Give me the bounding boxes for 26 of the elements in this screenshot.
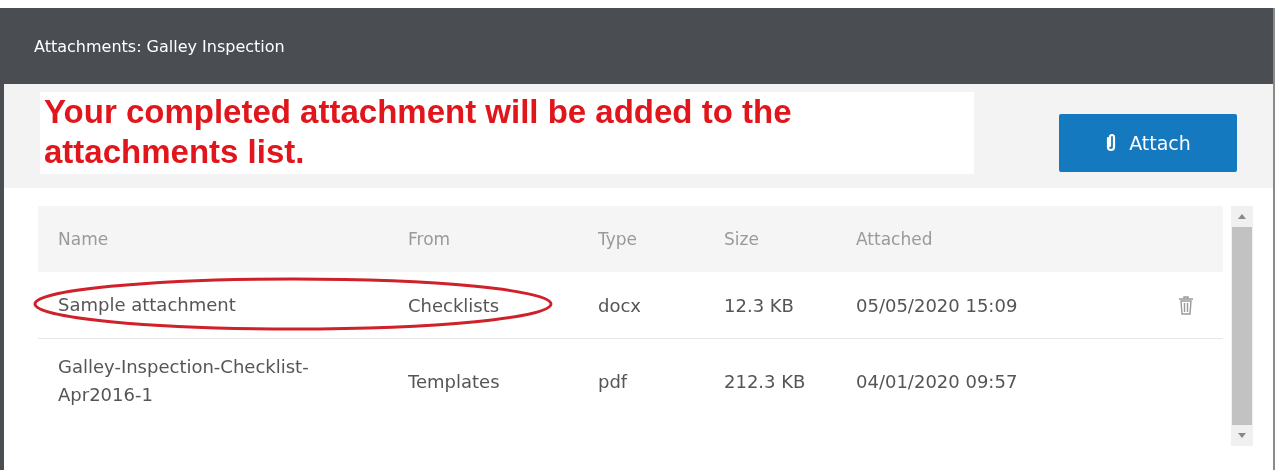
dialog-title: Attachments: Galley Inspection bbox=[34, 36, 285, 56]
table-row[interactable]: Galley-Inspection-Checklist-Apr2016-1 Templates pdf 212.3 KB 04/01/2020 09:57 bbox=[38, 339, 1224, 423]
column-header: Type bbox=[597, 229, 639, 249]
column-header: Size bbox=[723, 229, 760, 249]
table-row[interactable]: Sample attachment Checklists docx 12.3 KB 05/05/2020 15:09 bbox=[38, 272, 1224, 339]
annotation-text: Your completed attachment will be added to the attachments list. bbox=[40, 92, 974, 174]
table-cell-text: Galley-Inspection-Checklist-Apr2016-1 bbox=[57, 355, 310, 407]
scrollbar[interactable] bbox=[1231, 206, 1253, 446]
table-cell-text: pdf bbox=[597, 370, 629, 392]
column-header: From bbox=[407, 229, 452, 249]
table-cell-text: Checklists bbox=[407, 294, 501, 316]
table-cell-text: 04/01/2020 09:57 bbox=[855, 370, 1019, 392]
column-header: Attached bbox=[855, 229, 934, 249]
table-cell-text: 212.3 KB bbox=[723, 370, 807, 392]
table-cell-text: docx bbox=[597, 294, 642, 316]
paperclip-icon bbox=[1105, 133, 1118, 153]
table-cell-text: 12.3 KB bbox=[723, 294, 795, 316]
column-header: Name bbox=[57, 228, 110, 251]
table-cell-text: 05/05/2020 15:09 bbox=[855, 294, 1019, 316]
table-cell-text: Sample attachment bbox=[57, 293, 237, 317]
trash-icon[interactable] bbox=[1178, 295, 1194, 315]
scroll-up-icon[interactable] bbox=[1238, 214, 1247, 219]
attach-button[interactable]: Attach bbox=[1059, 114, 1237, 172]
scrollbar-thumb[interactable] bbox=[1232, 227, 1253, 425]
scroll-down-icon[interactable] bbox=[1238, 433, 1247, 438]
table-cell-text: Templates bbox=[407, 370, 501, 392]
